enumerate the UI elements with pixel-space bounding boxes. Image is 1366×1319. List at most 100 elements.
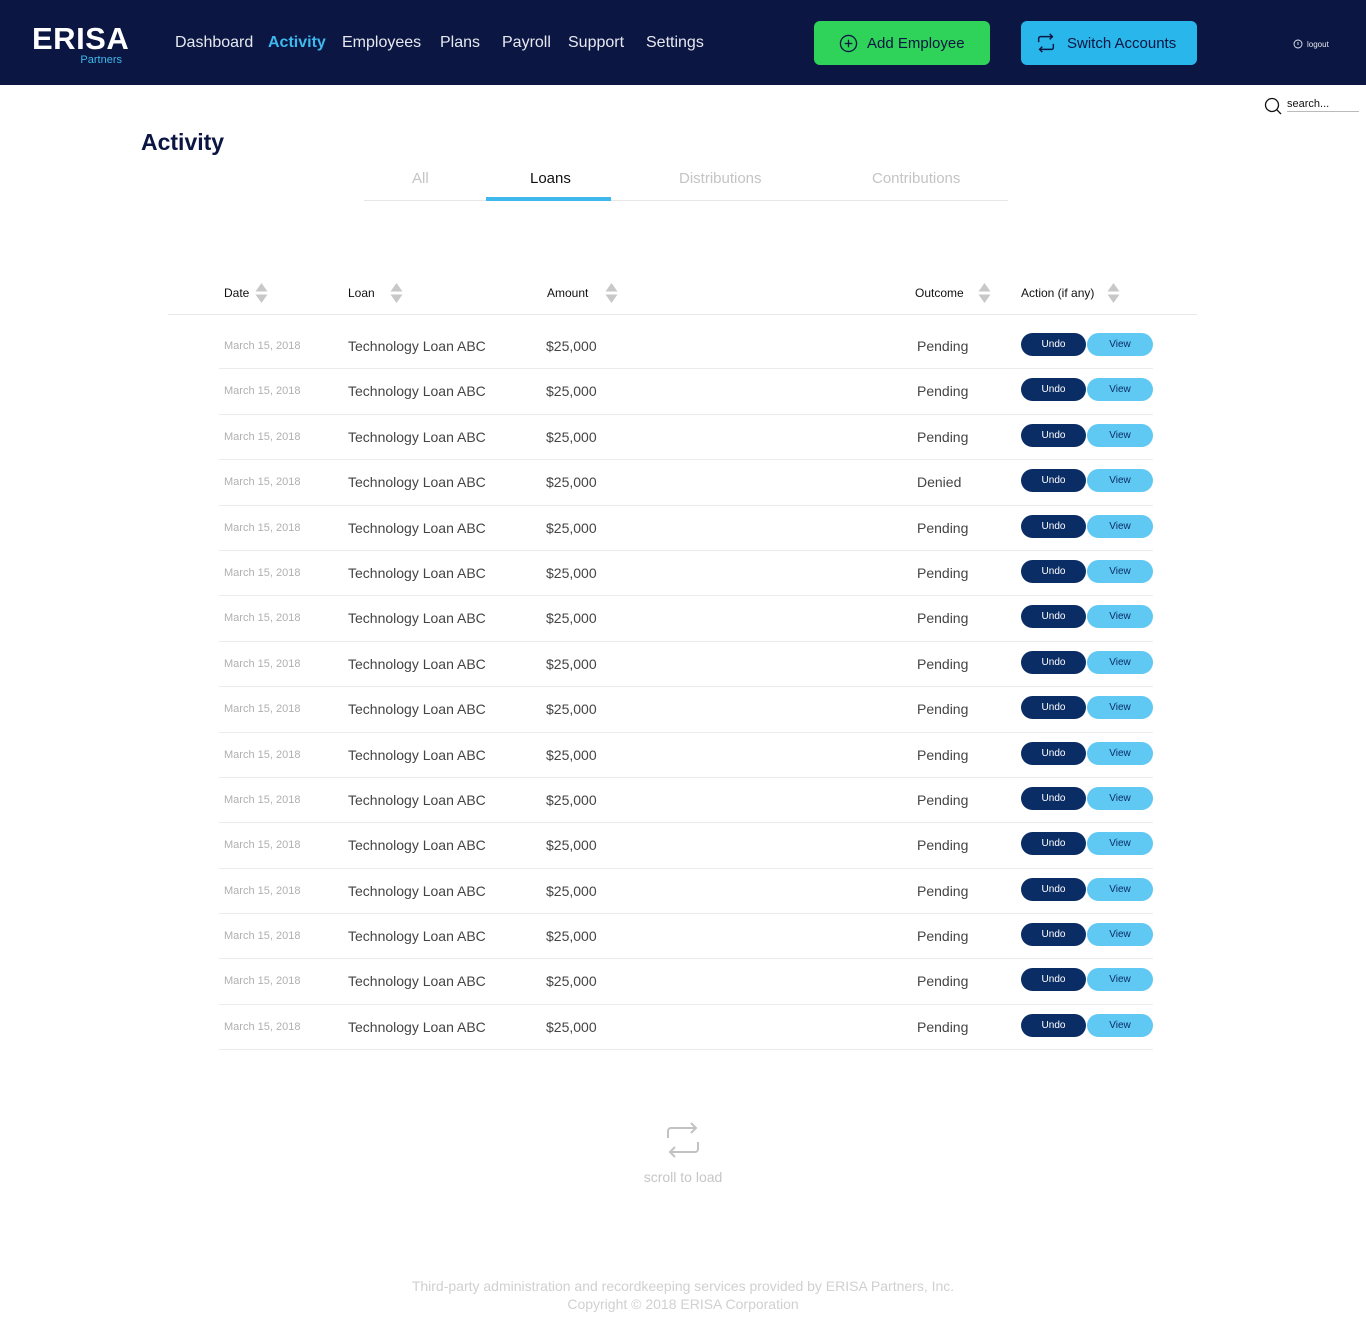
table-row: March 15, 2018 Technology Loan ABC $25,000…	[219, 460, 1153, 506]
row-date: March 15, 2018	[224, 657, 301, 670]
tab-all[interactable]: All	[412, 170, 429, 187]
row-amount: $25,000	[546, 428, 597, 445]
view-button[interactable]: View	[1087, 741, 1153, 765]
undo-button[interactable]: Undo	[1021, 423, 1086, 447]
row-amount: $25,000	[546, 701, 597, 718]
nav-payroll[interactable]: Payroll	[502, 33, 551, 53]
undo-button[interactable]: Undo	[1021, 741, 1086, 765]
active-tab-indicator	[486, 197, 611, 201]
table-row: March 15, 2018 Technology Loan ABC $25,000…	[219, 823, 1153, 869]
row-amount: $25,000	[546, 655, 597, 672]
sort-arrows-icon[interactable]	[605, 282, 618, 304]
search-input[interactable]	[1287, 96, 1359, 112]
undo-button[interactable]: Undo	[1021, 378, 1086, 402]
row-outcome: Pending	[917, 837, 969, 854]
table-row: March 15, 2018 Technology Loan ABC $25,000…	[219, 959, 1153, 1005]
switch-accounts-label: Switch Accounts	[1067, 34, 1177, 52]
column-header-amount[interactable]: Amount	[547, 286, 588, 300]
nav-support[interactable]: Support	[568, 33, 624, 53]
view-button[interactable]: View	[1087, 559, 1153, 583]
undo-button[interactable]: Undo	[1021, 786, 1086, 810]
logout-label: logout	[1307, 39, 1329, 49]
column-header-date[interactable]: Date	[224, 286, 249, 300]
row-date: March 15, 2018	[224, 430, 301, 443]
sort-arrows-icon[interactable]	[390, 282, 403, 304]
undo-button[interactable]: Undo	[1021, 923, 1086, 947]
undo-button[interactable]: Undo	[1021, 333, 1086, 356]
row-amount: $25,000	[546, 383, 597, 400]
row-loan: Technology Loan ABC	[348, 882, 486, 899]
sort-arrows-icon[interactable]	[255, 282, 268, 304]
view-button[interactable]: View	[1087, 605, 1153, 629]
nav-plans[interactable]: Plans	[440, 33, 480, 53]
table-row: March 15, 2018 Technology Loan ABC $25,000…	[219, 551, 1153, 597]
undo-button[interactable]: Undo	[1021, 605, 1086, 629]
sort-arrows-icon[interactable]	[978, 282, 991, 304]
nav-activity[interactable]: Activity	[268, 33, 326, 53]
nav-settings[interactable]: Settings	[646, 33, 704, 53]
tab-loans[interactable]: Loans	[530, 170, 571, 187]
row-outcome: Pending	[917, 655, 969, 672]
view-button[interactable]: View	[1087, 514, 1153, 538]
undo-button[interactable]: Undo	[1021, 877, 1086, 901]
table-row: March 15, 2018 Technology Loan ABC $25,000…	[219, 369, 1153, 415]
row-outcome: Pending	[917, 882, 969, 899]
add-employee-button[interactable]: Add Employee	[814, 21, 990, 65]
view-button[interactable]: View	[1087, 650, 1153, 674]
row-date: March 15, 2018	[224, 975, 301, 988]
row-date: March 15, 2018	[224, 385, 301, 398]
view-button[interactable]: View	[1087, 423, 1153, 447]
footer-copyright: Copyright © 2018 ERISA Corporation	[567, 1296, 799, 1312]
row-loan: Technology Loan ABC	[348, 928, 486, 945]
undo-button[interactable]: Undo	[1021, 832, 1086, 856]
view-button[interactable]: View	[1087, 877, 1153, 901]
view-button[interactable]: View	[1087, 1013, 1153, 1037]
column-header-outcome[interactable]: Outcome	[915, 286, 964, 300]
search-icon[interactable]	[1264, 97, 1282, 115]
row-date: March 15, 2018	[224, 476, 301, 489]
nav-employees[interactable]: Employees	[342, 33, 421, 53]
row-date: March 15, 2018	[224, 1020, 301, 1033]
row-outcome: Pending	[917, 701, 969, 718]
undo-button[interactable]: Undo	[1021, 968, 1086, 992]
view-button[interactable]: View	[1087, 378, 1153, 402]
row-amount: $25,000	[546, 837, 597, 854]
row-outcome: Pending	[917, 519, 969, 536]
column-header-action[interactable]: Action (if any)	[1021, 286, 1094, 300]
view-button[interactable]: View	[1087, 786, 1153, 810]
row-outcome: Denied	[917, 474, 962, 491]
undo-button[interactable]: Undo	[1021, 696, 1086, 720]
row-amount: $25,000	[546, 338, 597, 354]
undo-button[interactable]: Undo	[1021, 469, 1086, 493]
sort-arrows-icon[interactable]	[1107, 282, 1120, 304]
view-button[interactable]: View	[1087, 333, 1153, 356]
table-row: March 15, 2018 Technology Loan ABC $25,000…	[219, 733, 1153, 778]
view-button[interactable]: View	[1087, 696, 1153, 720]
undo-button[interactable]: Undo	[1021, 1013, 1086, 1037]
row-amount: $25,000	[546, 610, 597, 627]
undo-button[interactable]: Undo	[1021, 559, 1086, 583]
logo-wordmark: ERISA	[32, 21, 130, 56]
erisa-logo[interactable]: ERISA Partners	[32, 21, 130, 68]
column-header-loan[interactable]: Loan	[348, 286, 375, 300]
table-row: March 15, 2018 Technology Loan ABC $25,000…	[219, 324, 1153, 370]
row-amount: $25,000	[546, 928, 597, 945]
undo-button[interactable]: Undo	[1021, 650, 1086, 674]
table-row: March 15, 2018 Technology Loan ABC $25,000…	[219, 1005, 1153, 1051]
row-outcome: Pending	[917, 746, 969, 763]
undo-button[interactable]: Undo	[1021, 514, 1086, 538]
logout-link[interactable]: logout	[1293, 39, 1329, 49]
tab-contributions[interactable]: Contributions	[872, 170, 960, 187]
row-date: March 15, 2018	[224, 612, 301, 625]
view-button[interactable]: View	[1087, 968, 1153, 992]
tab-distributions[interactable]: Distributions	[679, 170, 762, 187]
view-button[interactable]: View	[1087, 923, 1153, 947]
row-outcome: Pending	[917, 973, 969, 990]
view-button[interactable]: View	[1087, 469, 1153, 493]
nav-dashboard[interactable]: Dashboard	[175, 33, 253, 53]
view-button[interactable]: View	[1087, 832, 1153, 856]
row-amount: $25,000	[546, 564, 597, 581]
row-amount: $25,000	[546, 882, 597, 899]
switch-accounts-button[interactable]: Switch Accounts	[1021, 21, 1197, 65]
scroll-to-load[interactable]: scroll to load	[583, 1120, 783, 1190]
